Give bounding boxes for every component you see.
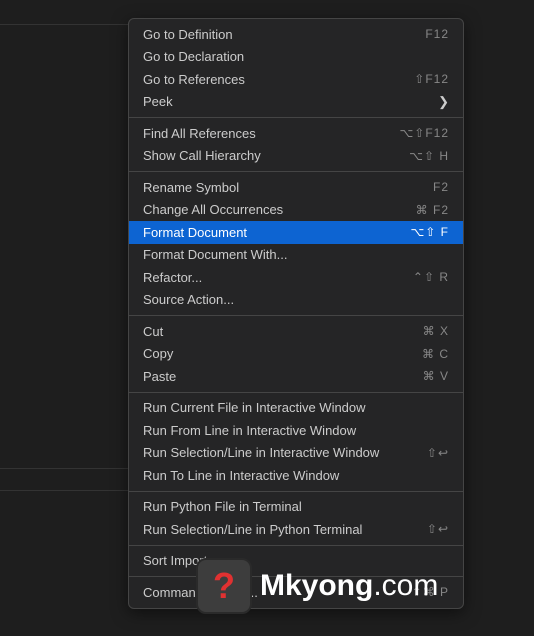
menu-item-label: Run Selection/Line in Interactive Window xyxy=(143,445,379,460)
menu-item-go-to-declaration[interactable]: Go to Declaration xyxy=(129,46,463,69)
menu-item-label: Copy xyxy=(143,346,173,361)
menu-item-shortcut: F12 xyxy=(425,27,449,41)
menu-item-show-call-hierarchy[interactable]: Show Call Hierarchy ⌥⇧ H xyxy=(129,145,463,168)
menu-item-shortcut: ⌥⇧ H xyxy=(409,149,449,163)
menu-item-run-python-file-in-terminal[interactable]: Run Python File in Terminal xyxy=(129,496,463,519)
menu-item-change-all-occurrences[interactable]: Change All Occurrences ⌘ F2 xyxy=(129,199,463,222)
menu-item-shortcut: ⌘ V xyxy=(423,369,449,383)
watermark: ? Mkyong .com xyxy=(196,558,438,614)
menu-item-label: Refactor... xyxy=(143,270,202,285)
menu-separator xyxy=(129,315,463,316)
menu-item-run-from-line-in-interactive-window[interactable]: Run From Line in Interactive Window xyxy=(129,419,463,442)
menu-separator xyxy=(129,171,463,172)
menu-item-go-to-references[interactable]: Go to References ⇧F12 xyxy=(129,68,463,91)
menu-item-run-selection-line-in-interactive-window[interactable]: Run Selection/Line in Interactive Window… xyxy=(129,442,463,465)
menu-item-shortcut: ⌥⇧ F xyxy=(410,225,449,239)
menu-item-shortcut: ⇧↩ xyxy=(427,446,449,460)
menu-separator xyxy=(129,491,463,492)
menu-item-shortcut: ⌥⇧F12 xyxy=(399,126,449,140)
menu-item-refactor[interactable]: Refactor... ⌃⇧ R xyxy=(129,266,463,289)
menu-separator xyxy=(129,117,463,118)
menu-item-cut[interactable]: Cut ⌘ X xyxy=(129,320,463,343)
menu-item-label: Run Current File in Interactive Window xyxy=(143,400,366,415)
menu-item-rename-symbol[interactable]: Rename Symbol F2 xyxy=(129,176,463,199)
menu-item-run-selection-line-in-python-terminal[interactable]: Run Selection/Line in Python Terminal ⇧↩ xyxy=(129,518,463,541)
watermark-light: .com xyxy=(373,569,438,603)
watermark-text: Mkyong .com xyxy=(260,569,438,603)
chevron-right-icon: ❯ xyxy=(438,94,449,110)
menu-item-label: Run Python File in Terminal xyxy=(143,499,302,514)
menu-item-label: Change All Occurrences xyxy=(143,202,283,217)
menu-item-label: Run Selection/Line in Python Terminal xyxy=(143,522,362,537)
bg-line xyxy=(0,468,130,469)
menu-item-run-to-line-in-interactive-window[interactable]: Run To Line in Interactive Window xyxy=(129,464,463,487)
menu-item-run-current-file-in-interactive-window[interactable]: Run Current File in Interactive Window xyxy=(129,397,463,420)
menu-item-label: Format Document xyxy=(143,225,247,240)
menu-item-label: Cut xyxy=(143,324,163,339)
menu-item-paste[interactable]: Paste ⌘ V xyxy=(129,365,463,388)
menu-item-label: Run To Line in Interactive Window xyxy=(143,468,339,483)
menu-item-label: Peek xyxy=(143,94,173,109)
menu-item-label: Rename Symbol xyxy=(143,180,239,195)
menu-item-find-all-references[interactable]: Find All References ⌥⇧F12 xyxy=(129,122,463,145)
menu-item-label: Go to References xyxy=(143,72,245,87)
bg-line xyxy=(0,24,130,25)
menu-item-source-action[interactable]: Source Action... xyxy=(129,289,463,312)
menu-item-shortcut: ⌘ C xyxy=(422,347,449,361)
menu-item-copy[interactable]: Copy ⌘ C xyxy=(129,343,463,366)
menu-item-label: Source Action... xyxy=(143,292,234,307)
menu-item-format-document[interactable]: Format Document ⌥⇧ F xyxy=(129,221,463,244)
question-icon: ? xyxy=(213,565,235,607)
bg-line xyxy=(0,490,130,491)
menu-item-label: Run From Line in Interactive Window xyxy=(143,423,356,438)
menu-item-format-document-with[interactable]: Format Document With... xyxy=(129,244,463,267)
menu-item-shortcut: ⇧↩ xyxy=(427,522,449,536)
menu-item-label: Show Call Hierarchy xyxy=(143,148,261,163)
menu-item-shortcut: ⌘ F2 xyxy=(416,203,449,217)
menu-item-label: Paste xyxy=(143,369,176,384)
menu-separator xyxy=(129,545,463,546)
menu-item-shortcut: ⌃⇧ R xyxy=(413,270,449,284)
menu-item-shortcut: ⇧F12 xyxy=(414,72,449,86)
menu-item-peek[interactable]: Peek ❯ xyxy=(129,91,463,114)
context-menu: Go to Definition F12 Go to Declaration Go t… xyxy=(128,18,464,609)
menu-separator xyxy=(129,392,463,393)
watermark-icon: ? xyxy=(196,558,252,614)
menu-item-shortcut: ⌘ X xyxy=(423,324,449,338)
menu-item-label: Go to Definition xyxy=(143,27,233,42)
watermark-bold: Mkyong xyxy=(260,569,373,603)
menu-item-go-to-definition[interactable]: Go to Definition F12 xyxy=(129,23,463,46)
menu-item-label: Format Document With... xyxy=(143,247,287,262)
menu-item-label: Find All References xyxy=(143,126,256,141)
menu-item-shortcut: F2 xyxy=(433,180,449,194)
menu-item-label: Go to Declaration xyxy=(143,49,244,64)
